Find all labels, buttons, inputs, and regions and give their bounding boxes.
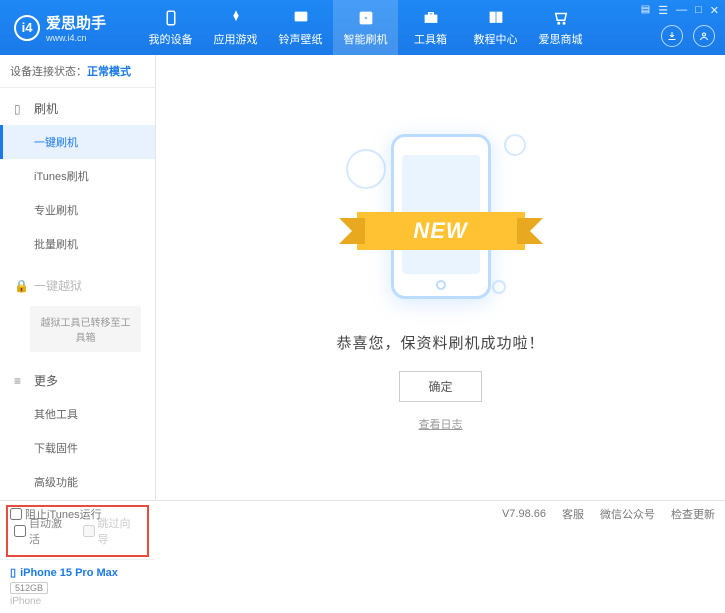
jailbreak-note: 越狱工具已转移至工具箱 [30,306,141,352]
success-illustration: NEW [351,124,531,314]
main-content: NEW 恭喜您，保资料刷机成功啦！ 确定 查看日志 [156,55,725,500]
nav-label: 铃声壁纸 [279,31,323,47]
connection-status: 设备连接状态：正常模式 [0,55,155,88]
nav-smart-flash[interactable]: 智能刷机 [333,0,398,55]
sidebar-group-label: 刷机 [34,100,58,117]
footer-link-support[interactable]: 客服 [562,506,584,522]
sidebar-group-flash[interactable]: ▯ 刷机 [0,92,155,125]
sidebar-group-label: 一键越狱 [34,277,82,294]
footer-link-wechat[interactable]: 微信公众号 [600,506,655,522]
sidebar-item-itunes-flash[interactable]: iTunes刷机 [0,159,155,193]
sidebar-group-more[interactable]: ≡ 更多 [0,364,155,397]
sidebar-item-pro-flash[interactable]: 专业刷机 [0,193,155,227]
sidebar-item-download-firmware[interactable]: 下载固件 [0,431,155,465]
device-info[interactable]: ▯ iPhone 15 Pro Max 512GB iPhone [0,559,155,613]
nav-apps-games[interactable]: 应用游戏 [203,0,268,55]
sidebar-item-other-tools[interactable]: 其他工具 [0,397,155,431]
top-nav: 我的设备 应用游戏 铃声壁纸 智能刷机 工具箱 教程中心 爱思商城 [138,0,593,55]
lock-icon: 🔒 [14,279,28,293]
nav-toolbox[interactable]: 工具箱 [398,0,463,55]
new-ribbon: NEW [357,212,525,250]
apps-icon [226,8,246,28]
nav-label: 爱思商城 [539,31,583,47]
menu-icon[interactable]: ▤ [641,4,650,17]
sidebar-group-jailbreak: 🔒 一键越狱 [0,269,155,302]
nav-label: 应用游戏 [214,31,258,47]
app-header: i4 爱思助手 www.i4.cn 我的设备 应用游戏 铃声壁纸 智能刷机 工具… [0,0,725,55]
flash-icon [356,8,376,28]
sidebar: 设备连接状态：正常模式 ▯ 刷机 一键刷机 iTunes刷机 专业刷机 批量刷机… [0,55,156,500]
sidebar-item-advanced[interactable]: 高级功能 [0,465,155,499]
phone-icon: ▯ [14,102,28,116]
checkbox-block-itunes[interactable]: 阻止iTunes运行 [10,506,102,522]
sidebar-item-batch-flash[interactable]: 批量刷机 [0,227,155,261]
list-icon: ≡ [14,374,28,388]
toolbox-icon [421,8,441,28]
success-message: 恭喜您，保资料刷机成功啦！ [336,332,544,353]
window-controls: ▤ ☰ — □ ✕ [641,4,719,17]
nav-tutorials[interactable]: 教程中心 [463,0,528,55]
device-icon [161,8,181,28]
settings-icon[interactable]: ☰ [658,4,668,17]
logo-area: i4 爱思助手 www.i4.cn [0,12,120,43]
nav-ringtone-wallpaper[interactable]: 铃声壁纸 [268,0,333,55]
nav-label: 智能刷机 [344,31,388,47]
book-icon [486,8,506,28]
device-storage-badge: 512GB [10,582,48,594]
footer-link-update[interactable]: 检查更新 [671,506,715,522]
nav-label: 工具箱 [414,31,447,47]
close-icon[interactable]: ✕ [710,4,719,17]
user-button[interactable] [693,25,715,47]
device-type-label: iPhone [10,596,145,607]
device-name-label: iPhone 15 Pro Max [20,567,118,579]
nav-label: 教程中心 [474,31,518,47]
media-icon [291,8,311,28]
sidebar-item-oneclick-flash[interactable]: 一键刷机 [0,125,155,159]
logo-icon: i4 [14,15,40,41]
app-subtitle: www.i4.cn [46,33,106,43]
download-button[interactable] [661,25,683,47]
nav-my-device[interactable]: 我的设备 [138,0,203,55]
cart-icon [551,8,571,28]
nav-store[interactable]: 爱思商城 [528,0,593,55]
sidebar-group-label: 更多 [34,372,58,389]
phone-icon: ▯ [10,566,16,579]
view-log-link[interactable]: 查看日志 [419,416,463,432]
maximize-icon[interactable]: □ [695,4,702,17]
nav-label: 我的设备 [149,31,193,47]
version-label: V7.98.66 [502,508,546,520]
minimize-icon[interactable]: — [676,4,687,17]
ok-button[interactable]: 确定 [399,371,481,402]
app-title: 爱思助手 [46,12,106,33]
